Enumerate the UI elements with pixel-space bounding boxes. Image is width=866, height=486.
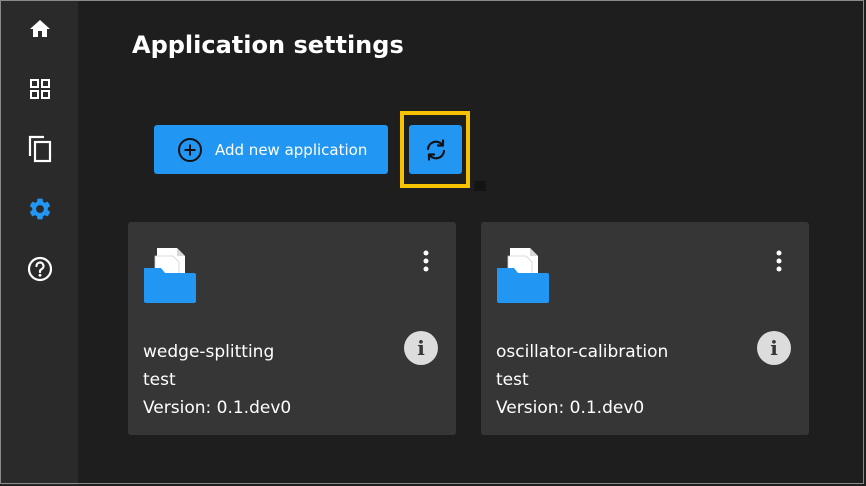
application-description: test <box>496 370 529 390</box>
info-button[interactable]: i <box>404 331 438 365</box>
card-details: oscillator-calibration test Version: 0.1… <box>496 338 668 422</box>
sidebar-item-help[interactable] <box>1 244 78 294</box>
application-description: test <box>143 370 176 390</box>
application-card[interactable]: i wedge-splitting test Version: 0.1.dev0 <box>128 222 456 435</box>
folder-icon <box>143 246 197 308</box>
gear-icon <box>29 198 50 220</box>
sidebar-item-dashboard[interactable] <box>1 64 78 114</box>
more-vert-icon <box>423 250 429 272</box>
home-icon <box>29 20 50 37</box>
more-vert-icon <box>776 250 782 272</box>
application-version: Version: 0.1.dev0 <box>143 398 292 418</box>
card-details: wedge-splitting test Version: 0.1.dev0 <box>143 338 291 422</box>
application-card[interactable]: i oscillator-calibration test Version: 0… <box>481 222 809 435</box>
help-icon <box>27 256 52 282</box>
add-application-button[interactable]: Add new application <box>154 125 388 174</box>
sidebar-item-home[interactable] <box>1 4 78 54</box>
sidebar-item-settings[interactable] <box>1 184 78 234</box>
main-content: Application settings Add new application <box>78 1 865 485</box>
shadow-mark <box>474 181 486 191</box>
application-name: oscillator-calibration <box>496 342 669 362</box>
card-menu-button[interactable] <box>418 248 434 274</box>
copy-icon <box>28 135 51 163</box>
add-application-label: Add new application <box>215 140 368 159</box>
refresh-icon <box>426 138 445 161</box>
info-button[interactable]: i <box>757 331 791 365</box>
application-version: Version: 0.1.dev0 <box>496 398 645 418</box>
grid-icon <box>29 79 50 99</box>
card-menu-button[interactable] <box>771 248 787 274</box>
application-name: wedge-splitting <box>143 342 275 362</box>
sidebar <box>1 1 78 485</box>
folder-icon <box>496 246 550 308</box>
info-icon: i <box>770 336 778 360</box>
sidebar-item-copy[interactable] <box>1 124 78 174</box>
add-circle-icon <box>178 137 202 162</box>
info-icon: i <box>417 336 425 360</box>
refresh-button[interactable] <box>409 125 462 174</box>
page-title: Application settings <box>132 31 404 59</box>
